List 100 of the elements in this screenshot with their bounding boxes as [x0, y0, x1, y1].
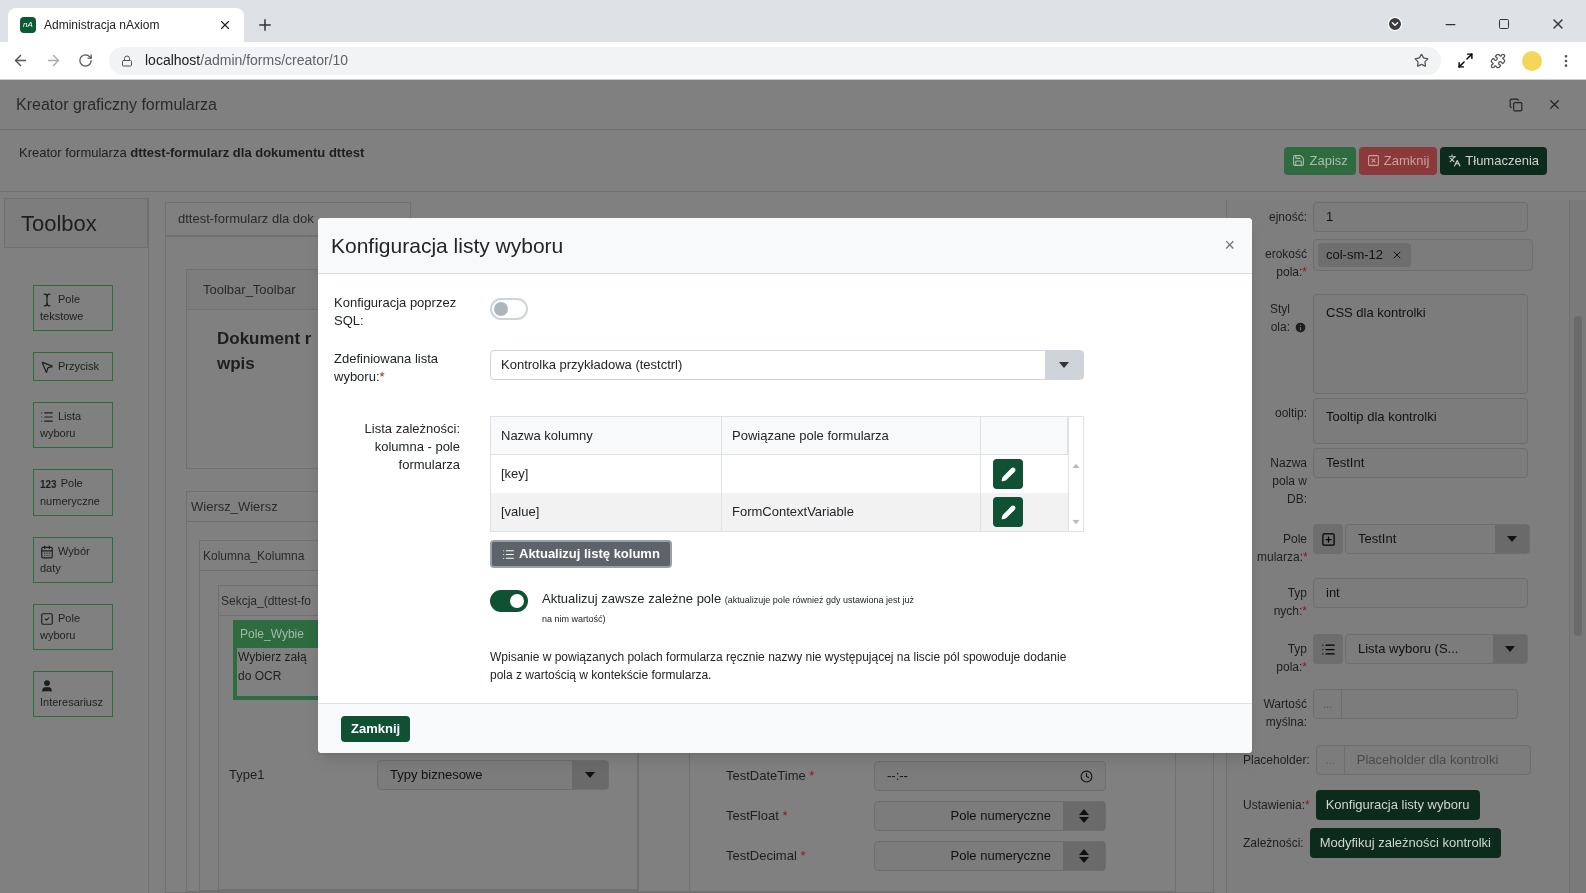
pointer-icon — [40, 360, 54, 375]
edit-button[interactable] — [993, 459, 1023, 489]
action-button[interactable]: Tłumaczenia — [1440, 146, 1547, 175]
number-field[interactable]: Pole numeryczne — [874, 801, 1106, 831]
field-label: Lista zależności: kolumna - pole formularza — [363, 420, 460, 474]
textarea-field[interactable]: CSS dla kontrolki — [1313, 294, 1528, 394]
translate-icon — [1448, 154, 1462, 167]
close-button[interactable]: Zamknij — [341, 715, 411, 742]
up-icon — [1079, 849, 1089, 855]
property-label: erokość pola:* — [1263, 246, 1307, 281]
field-label: TestDecimal * — [726, 847, 807, 866]
select-field[interactable]: TestInt — [1345, 524, 1530, 554]
close-icon — [1366, 154, 1380, 167]
field-label: TestFloat * — [726, 807, 789, 826]
caret-icon — [1505, 646, 1515, 652]
checkbox-icon — [40, 611, 54, 626]
caret-icon — [1059, 362, 1069, 368]
heading-text: Dokument r — [217, 328, 312, 350]
property-label: ooltip: — [1274, 405, 1307, 422]
toolbox-item[interactable]: Pole wyboru — [33, 603, 113, 650]
clock-icon — [1080, 769, 1093, 783]
settings-button[interactable]: Konfiguracja listy wyboru — [1315, 790, 1480, 820]
column-header: Powiązane pole formularza — [722, 417, 981, 454]
field-label: Type1 — [229, 766, 266, 785]
browser-tab[interactable]: nA Administracja nAxiom — [8, 8, 244, 42]
star-icon[interactable] — [1414, 53, 1429, 68]
text-field[interactable]: int — [1313, 578, 1528, 608]
reload-icon[interactable] — [78, 53, 93, 68]
address-bar[interactable]: localhost/admin/forms/creator/10 — [109, 46, 1441, 75]
property-label: Wartość myślna: — [1262, 696, 1307, 731]
edit-button[interactable] — [993, 497, 1023, 527]
text-field[interactable]: 1 — [1313, 202, 1528, 232]
up-icon — [1079, 809, 1089, 815]
tags-field[interactable]: col-sm-12 — [1313, 239, 1533, 271]
property-label: Nazwa pola w DB: — [1269, 455, 1307, 508]
toggle-switch[interactable] — [490, 590, 528, 612]
info-text: Wpisanie w powiązanych polach formularza ręcznie nazwy nie występującej na liscie pól spowoduje dodanie pola z wartością w kontekście formularza. — [490, 649, 1068, 684]
action-button[interactable]: Zapisz — [1284, 146, 1356, 175]
list-button[interactable] — [1313, 634, 1343, 664]
caret-icon — [1507, 536, 1517, 542]
settings-button[interactable]: Modyfikuj zależności kontrolki — [1309, 828, 1501, 858]
field-title: Pole_Wybie — [239, 626, 304, 643]
property-label: Ustawienia:* — [1243, 797, 1310, 814]
expand-icon[interactable] — [1457, 52, 1474, 69]
action-button[interactable]: Zamknij — [1358, 146, 1438, 175]
toolbox-item[interactable]: Wybór daty — [33, 536, 113, 583]
close-icon[interactable] — [218, 18, 232, 32]
field-text: do OCR — [238, 668, 282, 685]
select-field[interactable]: Typy biznesowe — [377, 760, 609, 790]
scroll-down-icon — [1072, 519, 1080, 525]
calendar-icon — [40, 544, 54, 559]
pencil-icon — [1000, 466, 1016, 482]
toolbox-item[interactable]: Interesariusz — [33, 670, 113, 717]
new-tab-icon[interactable] — [256, 16, 274, 34]
field-text: Wybierz załą — [238, 649, 307, 666]
toolbox-item[interactable]: Pole tekstowe — [33, 285, 113, 331]
restore-icon[interactable] — [1509, 97, 1523, 112]
property-label: Styl ola: — [1269, 301, 1290, 336]
field-label: Zdefiniowana lista wyboru:* — [334, 350, 440, 386]
app-title: Kreator graficzny formularza — [16, 94, 218, 115]
tab-search-icon[interactable] — [1387, 16, 1403, 32]
list-icon — [40, 410, 54, 425]
time-field[interactable]: --:-- — [874, 761, 1106, 791]
field-label: TestDateTime * — [726, 767, 816, 786]
textarea-field[interactable]: Tooltip dla kontrolki — [1313, 398, 1528, 444]
property-label: Typ pola:* — [1275, 641, 1307, 676]
add-button[interactable] — [1313, 524, 1343, 554]
table-cell: [value] — [491, 493, 722, 531]
table-cell: FormContextVariable — [722, 493, 981, 531]
extensions-icon[interactable] — [1490, 52, 1506, 69]
down-icon — [1079, 857, 1089, 863]
close-button[interactable]: × — [1224, 232, 1235, 259]
property-label: Placeholder: — [1243, 752, 1310, 769]
tag-chip: col-sm-12 — [1318, 243, 1412, 267]
toolbox-item[interactable]: Lista wyboru — [33, 402, 113, 448]
plus-icon — [1320, 531, 1336, 547]
back-icon[interactable] — [12, 52, 29, 69]
caret-icon — [585, 772, 595, 778]
toolbox-item[interactable]: 123 Pole numeryczne — [33, 469, 113, 516]
number-icon: 123 — [40, 475, 57, 493]
text-field[interactable]: TestInt — [1313, 448, 1528, 478]
heading-text: wpis — [217, 353, 255, 375]
select-field[interactable]: Kontrolka przykładowa (testctrl) — [490, 350, 1084, 380]
app-favicon: nA — [20, 17, 36, 33]
toolbox-title: Toolbox — [4, 198, 148, 248]
list-icon — [502, 547, 515, 561]
property-label: ejność: — [1268, 209, 1307, 226]
property-label: Zależności: — [1243, 835, 1304, 852]
form-header: Kreator formularza dttest-formularz dla dokumentu dttest — [19, 143, 366, 162]
pencil-icon — [1000, 504, 1016, 520]
maximize-icon[interactable] — [1498, 18, 1510, 30]
number-field[interactable]: Pole numeryczne — [874, 841, 1106, 871]
refresh-columns-button[interactable]: Aktualizuj listę kolumn — [490, 540, 672, 568]
toolbox-item[interactable]: Przycisk — [33, 352, 113, 381]
save-icon — [1292, 154, 1306, 167]
property-label: Typ nych:* — [1272, 585, 1307, 620]
select-field[interactable]: Lista wyboru (S... — [1345, 634, 1528, 664]
scroll-up-icon — [1072, 463, 1080, 469]
person-icon — [40, 678, 54, 693]
tab-title: Administracja nAxiom — [44, 17, 161, 34]
